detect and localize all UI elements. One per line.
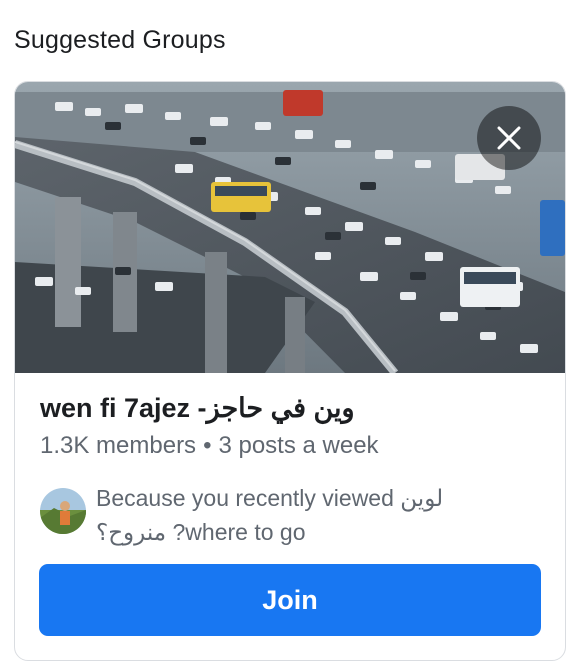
- suggestion-reason: Because you recently viewed لوين منروح؟ …: [40, 481, 540, 551]
- avatar: [40, 488, 86, 534]
- join-button[interactable]: Join: [39, 564, 541, 636]
- dismiss-button[interactable]: [477, 106, 541, 170]
- avatar-image: [40, 488, 86, 534]
- meta-separator: •: [203, 432, 212, 459]
- section-title: Suggested Groups: [14, 26, 226, 54]
- post-frequency: 3 posts a week: [218, 432, 379, 459]
- reason-line-2: منروح؟ ?where to go: [96, 519, 306, 545]
- reason-line-1: Because you recently viewed لوين: [96, 485, 444, 511]
- group-name[interactable]: wen fi 7ajez -وين في حاجز: [40, 393, 355, 424]
- group-card[interactable]: wen fi 7ajez -وين في حاجز 1.3K members • 3…: [14, 81, 566, 661]
- close-icon: [497, 126, 521, 150]
- group-cover-image[interactable]: [15, 82, 565, 373]
- member-count: 1.3K members: [40, 432, 197, 459]
- group-meta: 1.3K members • 3 posts a week: [40, 432, 379, 460]
- reason-text: Because you recently viewed لوين منروح؟ …: [96, 481, 536, 549]
